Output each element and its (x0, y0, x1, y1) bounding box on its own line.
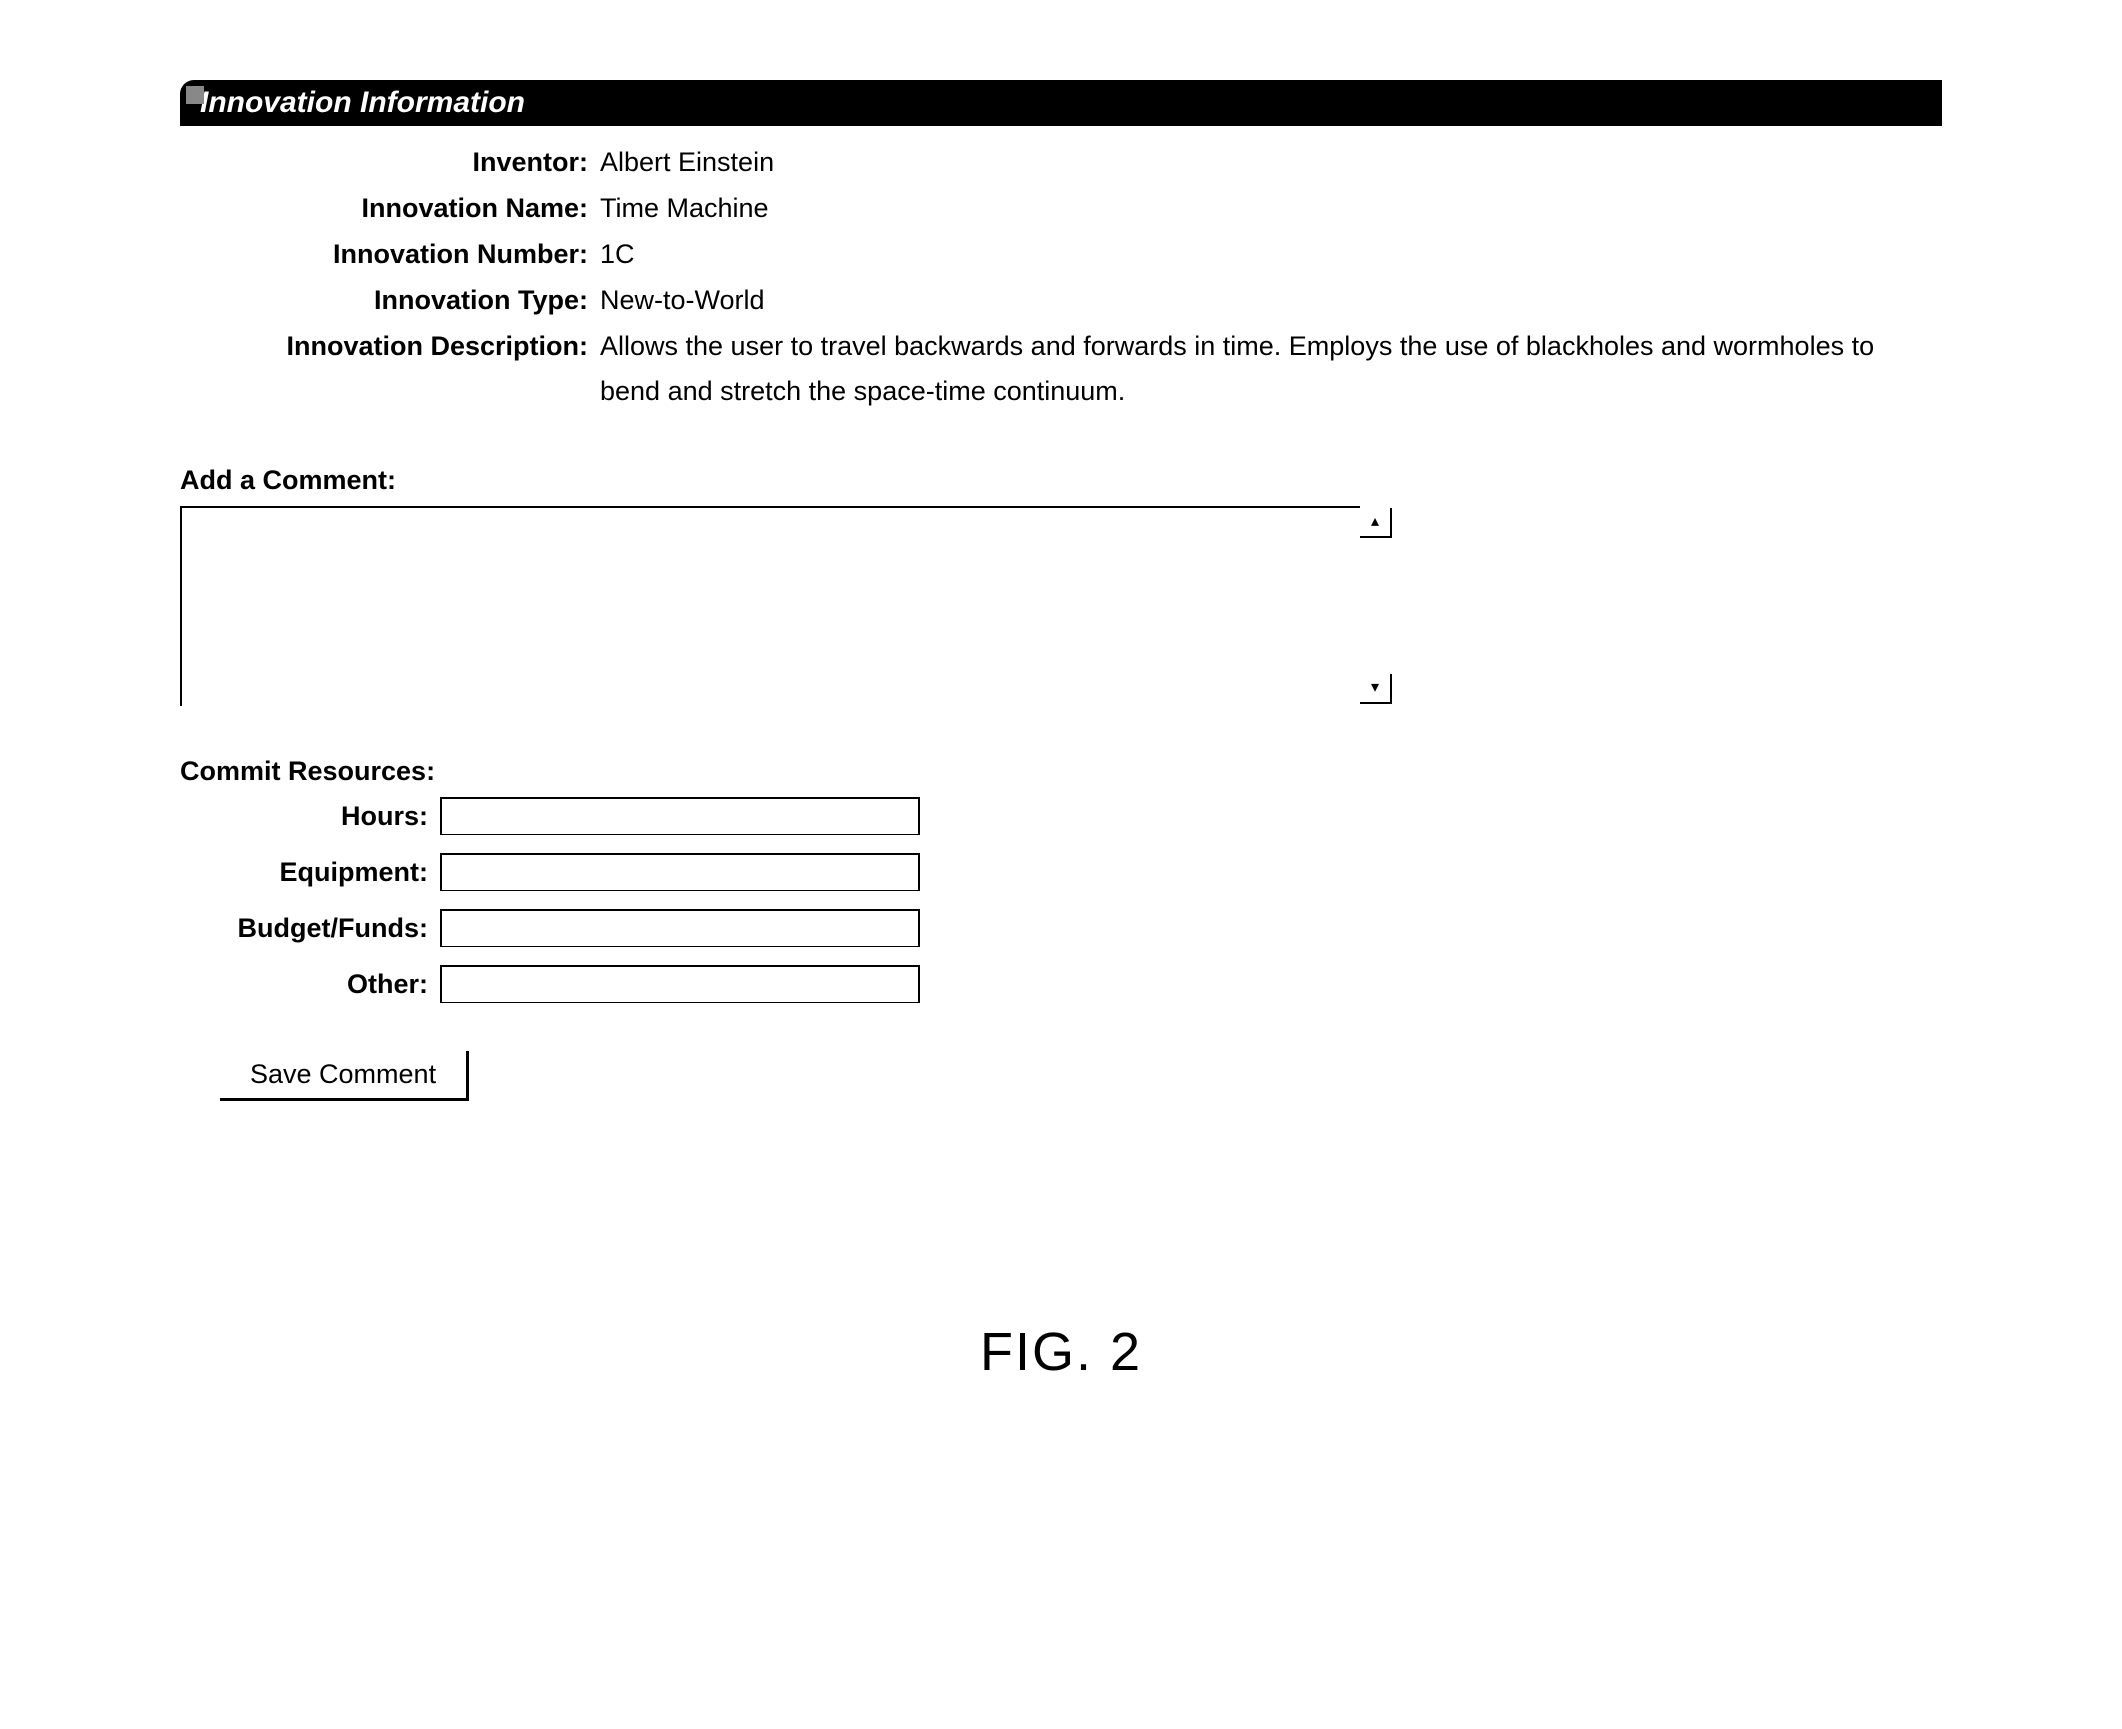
resources-block: Hours: Equipment: Budget/Funds: Other: (180, 797, 1942, 1003)
inventor-label: Inventor: (180, 140, 600, 186)
info-row-number: Innovation Number: 1C (180, 232, 1942, 278)
resource-row-other: Other: (180, 965, 1942, 1003)
innovation-type-label: Innovation Type: (180, 278, 600, 324)
chevron-up-icon: ▴ (1371, 514, 1379, 530)
header-bar: Innovation Information (180, 80, 1942, 126)
header-title: Innovation Information (200, 86, 525, 119)
hours-input[interactable] (440, 797, 920, 835)
info-row-description: Innovation Description: Allows the user … (180, 324, 1942, 416)
info-row-inventor: Inventor: Albert Einstein (180, 140, 1942, 186)
chevron-down-icon: ▾ (1371, 680, 1379, 696)
innovation-type-value: New-to-World (600, 278, 1942, 324)
resource-row-equipment: Equipment: (180, 853, 1942, 891)
other-label: Other: (180, 969, 440, 1000)
comment-box-container: ▴ ▾ (180, 506, 1942, 706)
innovation-number-label: Innovation Number: (180, 232, 600, 278)
innovation-number-value: 1C (600, 232, 1942, 278)
comment-textarea[interactable] (180, 506, 1360, 706)
budget-input[interactable] (440, 909, 920, 947)
innovation-name-value: Time Machine (600, 186, 1942, 232)
scroll-down-button[interactable]: ▾ (1360, 674, 1392, 704)
innovation-description-label: Innovation Description: (180, 324, 600, 370)
hours-label: Hours: (180, 801, 440, 832)
resource-row-budget: Budget/Funds: (180, 909, 1942, 947)
info-row-type: Innovation Type: New-to-World (180, 278, 1942, 324)
innovation-description-value: Allows the user to travel backwards and … (600, 324, 1942, 416)
innovation-info: Inventor: Albert Einstein Innovation Nam… (180, 140, 1942, 415)
add-comment-title: Add a Comment: (180, 465, 1942, 496)
commit-resources-title: Commit Resources: (180, 756, 1942, 787)
save-comment-button[interactable]: Save Comment (220, 1051, 469, 1101)
scroll-up-button[interactable]: ▴ (1360, 508, 1392, 538)
info-row-name: Innovation Name: Time Machine (180, 186, 1942, 232)
budget-label: Budget/Funds: (180, 913, 440, 944)
comment-scrollbar: ▴ ▾ (1360, 506, 1394, 706)
figure-label: FIG. 2 (180, 1321, 1942, 1383)
equipment-input[interactable] (440, 853, 920, 891)
other-input[interactable] (440, 965, 920, 1003)
equipment-label: Equipment: (180, 857, 440, 888)
inventor-value: Albert Einstein (600, 140, 1942, 186)
innovation-name-label: Innovation Name: (180, 186, 600, 232)
resource-row-hours: Hours: (180, 797, 1942, 835)
